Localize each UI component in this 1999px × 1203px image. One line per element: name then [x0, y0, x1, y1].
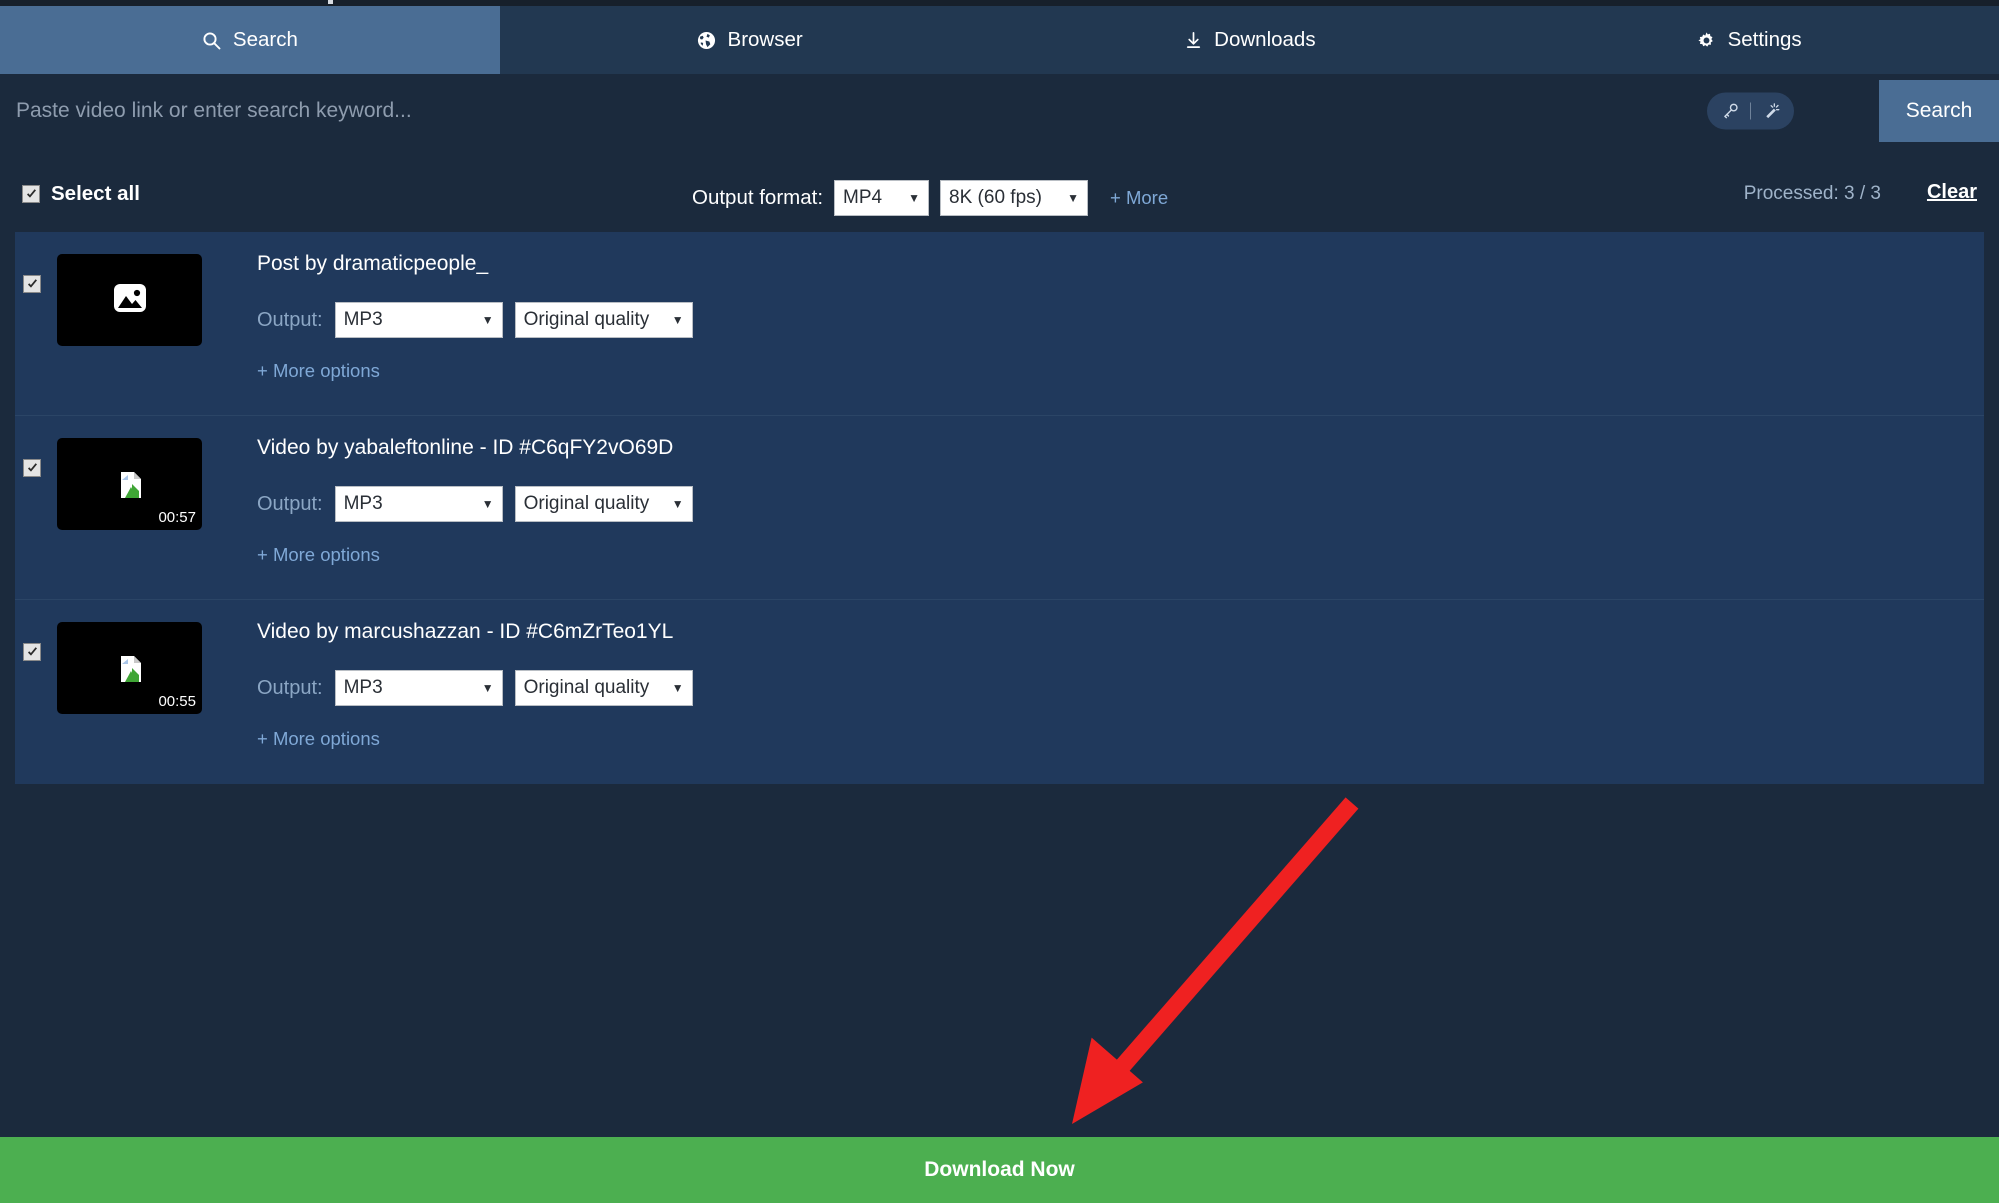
row-output-controls: Output: MP3 ▼ Original quality ▼	[257, 302, 693, 338]
tab-settings[interactable]: Settings	[1499, 6, 1999, 74]
search-tools-group	[1707, 92, 1794, 130]
tab-settings-label: Settings	[1727, 28, 1802, 51]
table-row[interactable]: Post by dramaticpeople_ Output: MP3 ▼ Or…	[15, 232, 1984, 416]
broken-image-icon	[119, 655, 141, 682]
tab-search[interactable]: Search	[0, 6, 500, 74]
chevron-down-icon: ▼	[481, 681, 494, 695]
download-now-label: Download Now	[924, 1158, 1075, 1181]
row-body: Video by marcushazzan - ID #C6mZrTeo1YL …	[257, 618, 693, 750]
magic-wand-icon[interactable]	[1751, 93, 1791, 130]
select-all-label: Select all	[51, 182, 140, 205]
search-button[interactable]: Search	[1879, 80, 1999, 142]
row-checkbox[interactable]	[23, 459, 41, 477]
select-all-checkbox[interactable]	[22, 185, 40, 203]
global-resolution-value: 8K (60 fps)	[949, 187, 1042, 208]
row-thumbnail[interactable]: 00:55	[57, 622, 202, 714]
clear-button[interactable]: Clear	[1927, 181, 1977, 204]
row-title: Post by dramaticpeople_	[257, 252, 489, 275]
tab-browser-label: Browser	[727, 28, 803, 51]
chevron-down-icon: ▼	[481, 497, 494, 511]
row-body: Video by yabaleftonline - ID #C6qFY2vO69…	[257, 434, 693, 566]
row-checkbox[interactable]	[23, 643, 41, 661]
image-placeholder-icon	[112, 280, 148, 321]
row-title: Video by marcushazzan - ID #C6mZrTeo1YL	[257, 620, 674, 643]
titlebar-indicator	[328, 0, 333, 4]
tab-browser[interactable]: Browser	[500, 6, 1000, 74]
row-format-select[interactable]: MP3 ▼	[334, 486, 503, 522]
processed-count: Processed: 3 / 3	[1743, 183, 1881, 204]
main-tabbar: Search Browser Downloads Settings	[0, 6, 1999, 74]
tab-downloads-label: Downloads	[1214, 28, 1316, 51]
output-format-controls: Output format: MP4 ▼ 8K (60 fps) ▼ + Mor…	[692, 180, 1168, 216]
row-output-controls: Output: MP3 ▼ Original quality ▼	[257, 486, 693, 522]
row-thumbnail[interactable]	[57, 254, 202, 346]
chevron-down-icon: ▼	[671, 497, 684, 511]
row-duration: 00:55	[158, 693, 196, 710]
row-more-options-link[interactable]: + More options	[257, 360, 693, 382]
download-icon	[1183, 30, 1203, 50]
globe-icon	[697, 30, 717, 50]
row-title: Video by yabaleftonline - ID #C6qFY2vO69…	[257, 436, 674, 459]
download-now-button[interactable]: Download Now	[0, 1137, 1999, 1203]
chevron-down-icon: ▼	[1067, 191, 1080, 205]
search-bar: Search	[0, 80, 1999, 142]
row-thumbnail[interactable]: 00:57	[57, 438, 202, 530]
row-quality-value: Original quality	[523, 309, 650, 330]
row-more-options-link[interactable]: + More options	[257, 728, 693, 750]
select-all-control[interactable]: Select all	[22, 182, 140, 206]
table-row[interactable]: 00:57 Video by yabaleftonline - ID #C6qF…	[15, 416, 1984, 600]
output-format-label: Output format:	[692, 186, 824, 209]
chevron-down-icon: ▼	[671, 313, 684, 327]
broken-image-icon	[119, 471, 141, 498]
chevron-down-icon: ▼	[481, 313, 494, 327]
row-output-controls: Output: MP3 ▼ Original quality ▼	[257, 670, 693, 706]
results-list: Post by dramaticpeople_ Output: MP3 ▼ Or…	[15, 232, 1984, 784]
row-checkbox[interactable]	[23, 275, 41, 293]
gear-icon	[1697, 30, 1717, 50]
global-format-select[interactable]: MP4 ▼	[834, 180, 930, 216]
row-output-label: Output:	[257, 676, 323, 699]
row-duration: 00:57	[158, 509, 196, 526]
tab-downloads[interactable]: Downloads	[1000, 6, 1500, 74]
row-format-value: MP3	[343, 309, 383, 330]
more-formats-link[interactable]: + More	[1110, 187, 1168, 209]
row-output-label: Output:	[257, 308, 323, 331]
row-quality-select[interactable]: Original quality ▼	[514, 670, 693, 706]
row-format-select[interactable]: MP3 ▼	[334, 302, 503, 338]
tab-search-label: Search	[232, 28, 298, 51]
key-icon[interactable]	[1710, 93, 1750, 130]
row-output-label: Output:	[257, 492, 323, 515]
search-input-container	[0, 80, 1879, 142]
row-body: Post by dramaticpeople_ Output: MP3 ▼ Or…	[257, 250, 693, 382]
global-resolution-select[interactable]: 8K (60 fps) ▼	[940, 180, 1089, 216]
row-more-options-link[interactable]: + More options	[257, 544, 693, 566]
search-input[interactable]	[0, 80, 1879, 142]
row-format-value: MP3	[343, 677, 383, 698]
table-row[interactable]: 00:55 Video by marcushazzan - ID #C6mZrT…	[15, 600, 1984, 784]
row-quality-value: Original quality	[523, 677, 650, 698]
chevron-down-icon: ▼	[908, 191, 921, 205]
global-format-value: MP4	[843, 187, 883, 208]
chevron-down-icon: ▼	[671, 681, 684, 695]
row-format-value: MP3	[343, 493, 383, 514]
row-quality-select[interactable]: Original quality ▼	[514, 486, 693, 522]
row-quality-value: Original quality	[523, 493, 650, 514]
row-quality-select[interactable]: Original quality ▼	[514, 302, 693, 338]
row-format-select[interactable]: MP3 ▼	[334, 670, 503, 706]
search-icon	[202, 30, 222, 50]
